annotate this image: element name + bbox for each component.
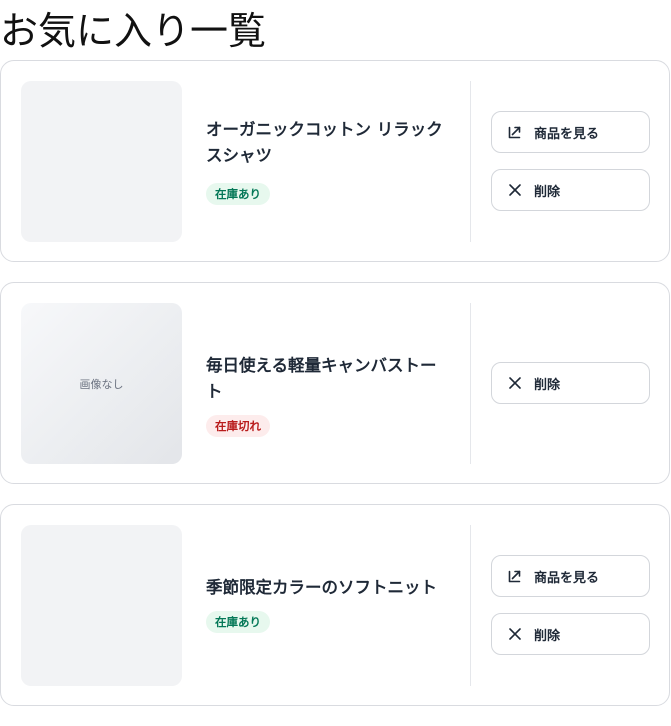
divider [470, 525, 471, 686]
stock-status-badge: 在庫あり [206, 611, 270, 633]
close-icon [509, 377, 521, 389]
view-product-label: 商品を見る [534, 126, 600, 142]
product-info: 季節限定カラーのソフトニット 在庫あり [206, 575, 446, 633]
product-thumbnail[interactable] [21, 81, 182, 242]
external-link-icon [508, 126, 521, 139]
product-thumbnail[interactable]: 画像なし [21, 303, 182, 464]
delete-label: 削除 [534, 377, 561, 393]
favorite-item-card: オーガニックコットン リラックスシャツ 在庫あり 商品を見る 削除 [0, 60, 670, 262]
product-info: 毎日使える軽量キャンバストート 在庫切れ [206, 353, 446, 437]
page-title: お気に入り一覧 [0, 9, 267, 53]
stock-status-badge: 在庫切れ [206, 415, 270, 437]
divider [470, 303, 471, 464]
product-thumbnail[interactable] [21, 525, 182, 686]
delete-button[interactable]: 削除 [491, 169, 650, 211]
external-link-icon [508, 570, 521, 583]
delete-button[interactable]: 削除 [491, 362, 650, 404]
stock-status-badge: 在庫あり [206, 183, 270, 205]
product-name[interactable]: オーガニックコットン リラックスシャツ [206, 117, 446, 169]
view-product-button[interactable]: 商品を見る [491, 555, 650, 597]
divider [470, 81, 471, 242]
product-name[interactable]: 毎日使える軽量キャンバストート [206, 353, 446, 405]
product-info: オーガニックコットン リラックスシャツ 在庫あり [206, 117, 446, 205]
favorite-item-card: 画像なし 毎日使える軽量キャンバストート 在庫切れ 削除 [0, 282, 670, 484]
view-product-button[interactable]: 商品を見る [491, 111, 650, 153]
product-name[interactable]: 季節限定カラーのソフトニット [206, 575, 446, 601]
thumbnail-placeholder-text: 画像なし [79, 377, 124, 391]
close-icon [509, 184, 521, 196]
view-product-label: 商品を見る [534, 570, 600, 586]
favorite-item-card: 季節限定カラーのソフトニット 在庫あり 商品を見る 削除 [0, 504, 670, 706]
close-icon [509, 628, 521, 640]
delete-button[interactable]: 削除 [491, 613, 650, 655]
delete-label: 削除 [534, 628, 561, 644]
delete-label: 削除 [534, 184, 561, 200]
